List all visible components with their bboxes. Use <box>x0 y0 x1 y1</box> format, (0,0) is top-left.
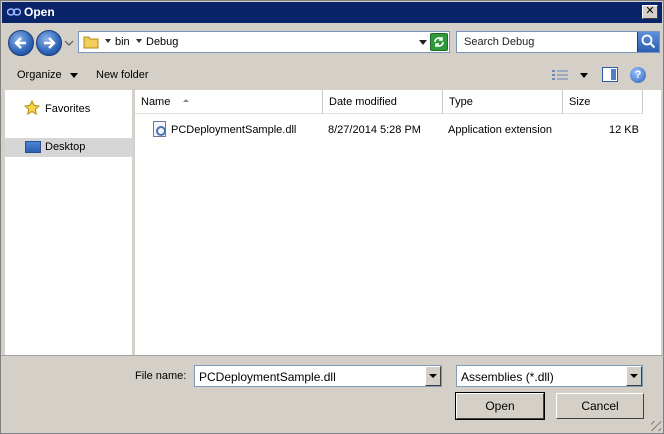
nav-item-label: Desktop <box>45 141 86 153</box>
file-name-cell: PCDeploymentSample.dll <box>171 124 297 136</box>
search-button[interactable] <box>637 32 659 52</box>
open-button[interactable]: Open <box>455 392 545 420</box>
back-button[interactable] <box>8 30 34 56</box>
organize-dropdown-icon[interactable] <box>70 73 78 78</box>
command-toolbar: Organize New folder ? <box>2 62 662 89</box>
close-icon: ✕ <box>645 5 655 17</box>
navigation-pane: Favorites Desktop <box>5 90 133 355</box>
view-dropdown-icon[interactable] <box>580 73 588 78</box>
preview-pane-icon[interactable] <box>602 67 618 82</box>
size-cell: 12 KB <box>609 124 639 136</box>
cancel-button[interactable]: Cancel <box>556 393 644 419</box>
address-dropdown-icon[interactable] <box>419 40 427 45</box>
help-icon[interactable]: ? <box>630 67 646 83</box>
forward-button[interactable] <box>36 30 62 56</box>
column-header-date-modified[interactable]: Date modified <box>323 90 443 114</box>
close-button[interactable]: ✕ <box>642 5 658 19</box>
sort-ascending-icon <box>183 99 189 102</box>
breadcrumb-bin[interactable]: bin <box>115 36 130 48</box>
navigation-row: bin Debug Search Debug <box>2 25 662 61</box>
arrow-right-icon <box>44 37 56 49</box>
view-options-icon[interactable] <box>552 69 568 81</box>
column-header-size[interactable]: Size <box>563 90 643 114</box>
refresh-button[interactable] <box>430 33 448 51</box>
file-type-dropdown-icon[interactable] <box>626 366 642 386</box>
divider <box>1 355 664 356</box>
dll-file-icon <box>153 121 166 137</box>
column-header-name[interactable]: Name <box>135 90 323 114</box>
search-input[interactable]: Search Debug <box>464 36 534 48</box>
breadcrumb-separator-icon[interactable] <box>136 39 142 43</box>
search-box[interactable]: Search Debug <box>456 31 660 53</box>
file-name-value[interactable]: PCDeploymentSample.dll <box>199 370 336 384</box>
breadcrumb-debug[interactable]: Debug <box>146 36 178 48</box>
date-modified-cell: 8/27/2014 5:28 PM <box>328 124 421 136</box>
search-icon <box>641 34 656 49</box>
title-bar[interactable]: Open ✕ <box>2 2 662 23</box>
star-icon <box>24 100 40 116</box>
breadcrumb-separator-icon[interactable] <box>105 39 111 43</box>
recent-locations-dropdown-icon[interactable] <box>64 38 74 48</box>
open-dialog: Open ✕ bin Debug Search Debug Organize N… <box>0 0 664 434</box>
desktop-icon <box>25 141 41 153</box>
resize-grip-icon[interactable] <box>651 421 661 431</box>
window-title: Open <box>24 5 55 19</box>
file-name-field[interactable]: PCDeploymentSample.dll <box>194 365 442 387</box>
nav-item-label: Favorites <box>45 103 91 115</box>
nav-item-desktop[interactable]: Desktop <box>5 138 133 157</box>
file-name-dropdown-icon[interactable] <box>425 366 441 386</box>
folder-icon <box>83 36 99 49</box>
file-name-label: File name: <box>135 370 187 382</box>
address-bar[interactable]: bin Debug <box>78 31 450 53</box>
table-row[interactable]: PCDeploymentSample.dll 8/27/2014 5:28 PM… <box>135 120 661 140</box>
new-folder-button[interactable]: New folder <box>96 69 149 81</box>
file-list: Name Date modified Type Size PCDeploymen… <box>135 90 661 355</box>
arrow-left-icon <box>14 37 26 49</box>
nav-item-favorites[interactable]: Favorites <box>5 99 133 119</box>
type-cell: Application extension <box>448 124 552 136</box>
refresh-icon <box>434 37 444 47</box>
app-icon <box>7 8 21 16</box>
file-type-value[interactable]: Assemblies (*.dll) <box>461 370 554 384</box>
file-type-filter[interactable]: Assemblies (*.dll) <box>456 365 643 387</box>
column-header-type[interactable]: Type <box>443 90 563 114</box>
organize-button[interactable]: Organize <box>17 69 62 81</box>
